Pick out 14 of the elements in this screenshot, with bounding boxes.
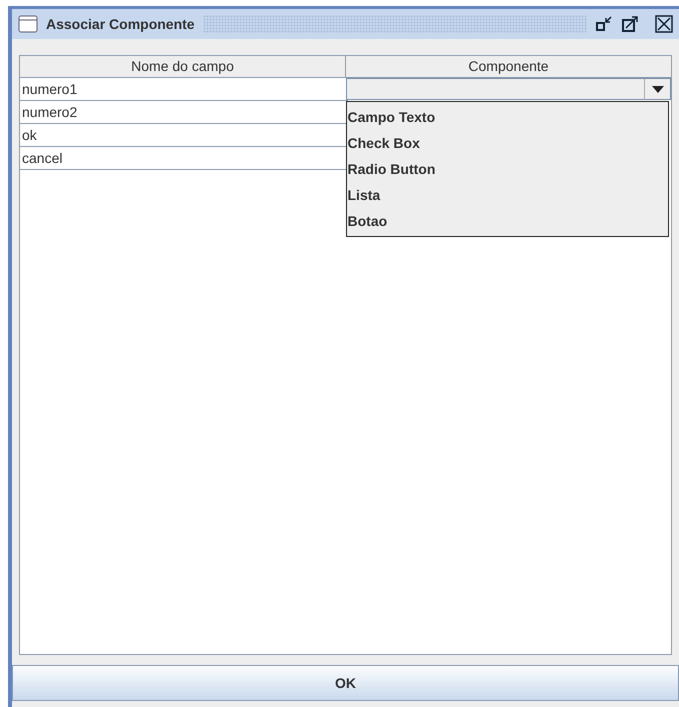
maximize-icon[interactable] [621, 15, 639, 33]
window-icon [18, 15, 38, 33]
column-header[interactable]: Componente [346, 56, 671, 77]
dropdown-option[interactable]: Botao [346, 208, 668, 234]
ok-button[interactable]: OK [12, 665, 679, 701]
dropdown-option[interactable]: Lista [346, 182, 668, 208]
close-icon[interactable] [655, 15, 673, 33]
minimize-icon[interactable] [595, 15, 613, 33]
caret-icon [652, 86, 664, 92]
dropdown-option[interactable]: Campo Texto [346, 104, 668, 130]
dropdown-option[interactable]: Check Box [346, 130, 668, 156]
window-title: Associar Componente [46, 14, 195, 34]
dropdown-option[interactable]: Radio Button [346, 156, 668, 182]
column-header[interactable]: Nome do campo [20, 56, 346, 77]
